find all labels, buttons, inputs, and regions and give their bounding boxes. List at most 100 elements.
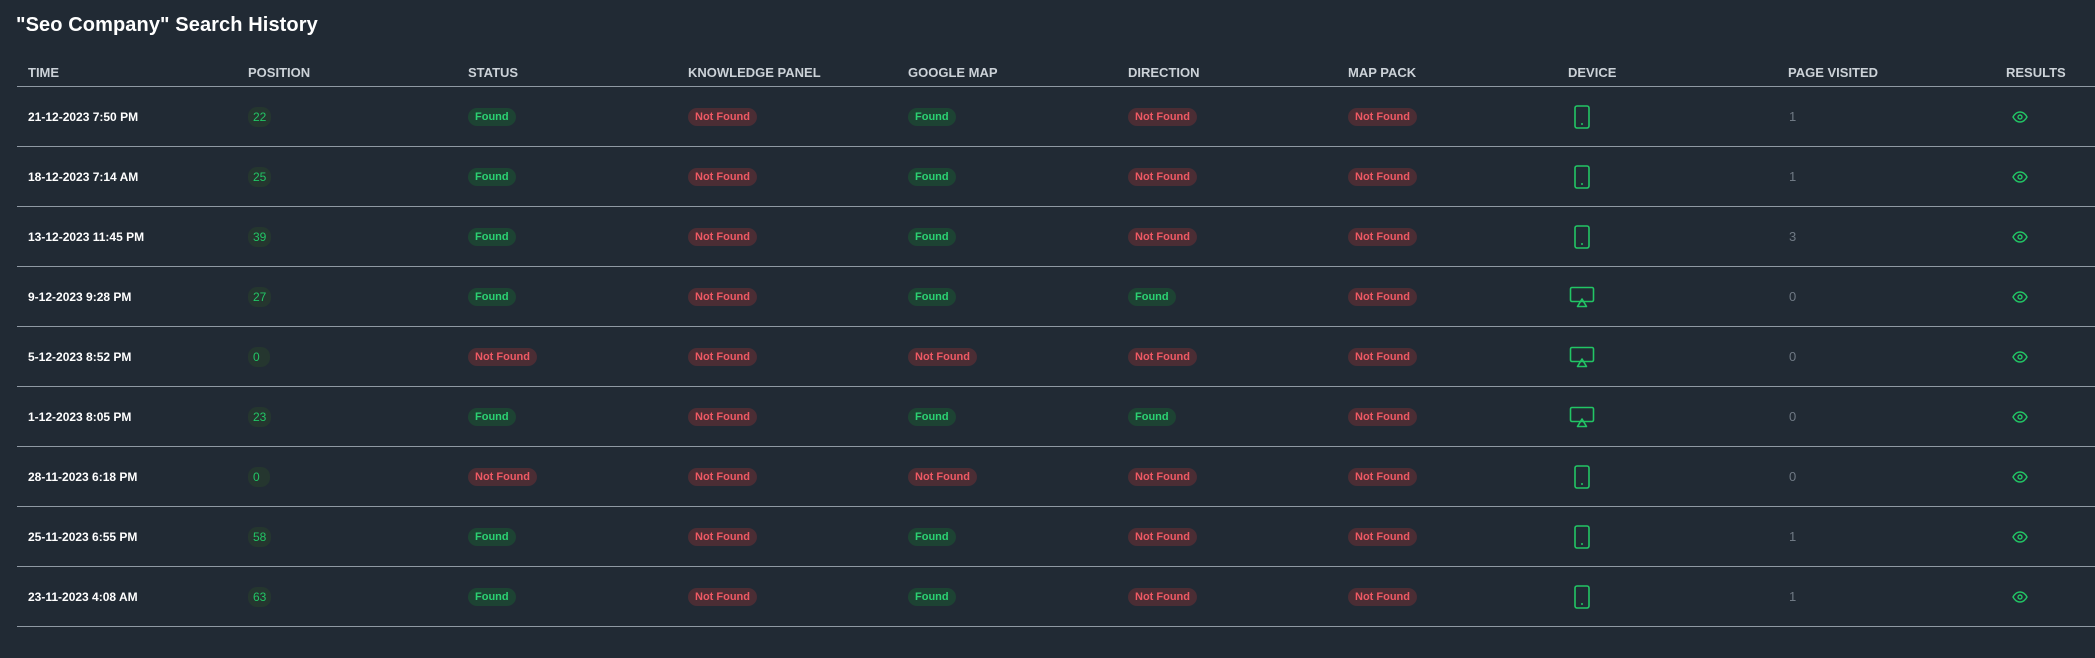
status-badge: Found xyxy=(468,107,516,126)
google-map-badge: Not Found xyxy=(908,467,977,486)
status-badge: Found xyxy=(468,167,516,186)
direction-badge: Not Found xyxy=(1128,227,1197,246)
direction-cell: Not Found xyxy=(1117,227,1337,246)
header-direction: DIRECTION xyxy=(1128,64,1200,80)
page-visited-cell: 1 xyxy=(1777,529,1997,544)
time-cell: 21-12-2023 7:50 PM xyxy=(17,110,237,124)
map-pack-cell: Not Found xyxy=(1337,347,1557,366)
knowledge-panel-cell: Not Found xyxy=(677,107,897,126)
page-visited-value: 0 xyxy=(1789,409,1797,424)
desktop-icon xyxy=(1568,403,1596,431)
knowledge-panel-cell: Not Found xyxy=(677,407,897,426)
google-map-cell: Found xyxy=(897,587,1117,606)
time-cell: 13-12-2023 11:45 PM xyxy=(17,230,237,244)
results-cell xyxy=(1997,347,2095,367)
table-row: 21-12-2023 7:50 PM 22 Found Not Found Found N… xyxy=(17,87,2095,147)
position-cell: 22 xyxy=(237,106,457,127)
page-title: "Seo Company" Search History xyxy=(16,14,318,36)
table-row: 25-11-2023 6:55 PM 58 Found Not Found Found N… xyxy=(17,507,2095,567)
eye-icon[interactable] xyxy=(2010,107,2030,127)
search-history-panel: "Seo Company" Search History TIME POSITI… xyxy=(0,0,2095,658)
eye-icon[interactable] xyxy=(2010,287,2030,307)
knowledge-panel-cell: Not Found xyxy=(677,527,897,546)
knowledge-panel-badge: Not Found xyxy=(688,527,757,546)
eye-icon[interactable] xyxy=(2010,167,2030,187)
device-cell xyxy=(1557,583,1777,611)
status-badge: Not Found xyxy=(468,467,537,486)
results-cell xyxy=(1997,467,2095,487)
header-map-pack: MAP PACK xyxy=(1348,64,1417,80)
status-badge: Found xyxy=(468,527,516,546)
results-cell xyxy=(1997,107,2095,127)
position-cell: 25 xyxy=(237,166,457,187)
direction-badge: Not Found xyxy=(1128,467,1197,486)
header-position: POSITION xyxy=(248,64,311,80)
header-status: STATUS xyxy=(468,64,519,80)
position-cell: 39 xyxy=(237,226,457,247)
time-text: 21-12-2023 7:50 PM xyxy=(28,109,139,124)
knowledge-panel-badge: Not Found xyxy=(688,347,757,366)
status-badge: Found xyxy=(468,587,516,606)
knowledge-panel-cell: Not Found xyxy=(677,587,897,606)
eye-icon[interactable] xyxy=(2010,407,2030,427)
direction-cell: Not Found xyxy=(1117,347,1337,366)
table-row: 9-12-2023 9:28 PM 27 Found Not Found Found Fo… xyxy=(17,267,2095,327)
page-visited-cell: 1 xyxy=(1777,169,1997,184)
status-cell: Found xyxy=(457,407,677,426)
table-row: 28-11-2023 6:18 PM 0 Not Found Not Found Not… xyxy=(17,447,2095,507)
map-pack-cell: Not Found xyxy=(1337,107,1557,126)
mobile-icon xyxy=(1568,523,1596,551)
map-pack-badge: Not Found xyxy=(1348,287,1417,306)
header-knowledge-panel: KNOWLEDGE PANEL xyxy=(688,64,821,80)
knowledge-panel-badge: Not Found xyxy=(688,407,757,426)
eye-icon[interactable] xyxy=(2010,347,2030,367)
eye-icon[interactable] xyxy=(2010,527,2030,547)
google-map-cell: Not Found xyxy=(897,347,1117,366)
direction-badge: Not Found xyxy=(1128,347,1197,366)
position-cell: 0 xyxy=(237,466,457,487)
knowledge-panel-badge: Not Found xyxy=(688,167,757,186)
position-cell: 63 xyxy=(237,586,457,607)
direction-badge: Found xyxy=(1128,407,1176,426)
knowledge-panel-cell: Not Found xyxy=(677,227,897,246)
map-pack-badge: Not Found xyxy=(1348,527,1417,546)
google-map-badge: Not Found xyxy=(908,347,977,366)
results-cell xyxy=(1997,527,2095,547)
header-page-visited: PAGE VISITED xyxy=(1788,64,1879,80)
position-badge: 58 xyxy=(248,526,272,547)
knowledge-panel-badge: Not Found xyxy=(688,287,757,306)
status-badge: Found xyxy=(468,287,516,306)
google-map-badge: Found xyxy=(908,107,956,126)
google-map-badge: Found xyxy=(908,167,956,186)
status-cell: Found xyxy=(457,167,677,186)
position-badge: 0 xyxy=(248,346,270,367)
google-map-cell: Found xyxy=(897,407,1117,426)
device-cell xyxy=(1557,343,1777,371)
page-visited-cell: 0 xyxy=(1777,469,1997,484)
position-badge: 25 xyxy=(248,166,272,187)
header-google-map: GOOGLE MAP xyxy=(908,64,998,80)
time-cell: 5-12-2023 8:52 PM xyxy=(17,350,237,364)
table-row: 5-12-2023 8:52 PM 0 Not Found Not Found Not … xyxy=(17,327,2095,387)
results-cell xyxy=(1997,167,2095,187)
eye-icon[interactable] xyxy=(2010,587,2030,607)
google-map-cell: Found xyxy=(897,287,1117,306)
mobile-icon xyxy=(1568,103,1596,131)
position-badge: 23 xyxy=(248,406,272,427)
device-cell xyxy=(1557,523,1777,551)
status-cell: Found xyxy=(457,227,677,246)
knowledge-panel-cell: Not Found xyxy=(677,467,897,486)
desktop-icon xyxy=(1568,343,1596,371)
map-pack-badge: Not Found xyxy=(1348,167,1417,186)
google-map-cell: Found xyxy=(897,227,1117,246)
map-pack-badge: Not Found xyxy=(1348,227,1417,246)
map-pack-cell: Not Found xyxy=(1337,167,1557,186)
header-results: RESULTS xyxy=(2006,64,2066,80)
eye-icon[interactable] xyxy=(2010,227,2030,247)
table-header: TIME POSITION STATUS KNOWLEDGE PANEL GOO… xyxy=(17,58,2095,87)
direction-cell: Not Found xyxy=(1117,467,1337,486)
eye-icon[interactable] xyxy=(2010,467,2030,487)
header-time: TIME xyxy=(28,64,60,80)
google-map-badge: Found xyxy=(908,227,956,246)
time-text: 23-11-2023 4:08 AM xyxy=(28,589,138,604)
